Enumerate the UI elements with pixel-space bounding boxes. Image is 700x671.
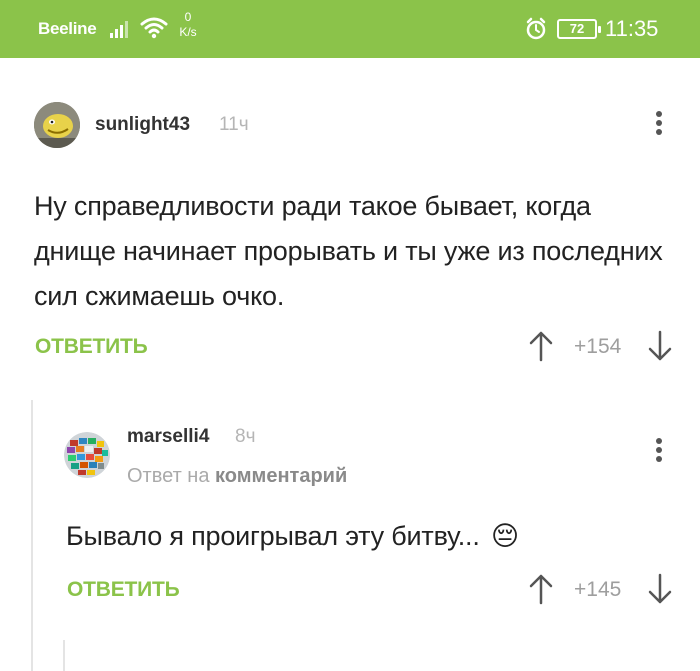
- comment-time: 8ч: [235, 426, 256, 447]
- signal-icon: [110, 21, 128, 38]
- comment-text-body: Бывало я проигрывал эту битву...: [66, 521, 480, 551]
- downvote-icon[interactable]: [647, 573, 673, 605]
- avatar-image: [34, 102, 80, 148]
- pensive-face-emoji: 😔: [490, 521, 519, 551]
- comment-time: 11ч: [219, 114, 249, 135]
- comment-text: Бывало я проигрывал эту битву... 😔: [66, 514, 666, 559]
- carrier-label: Beeline: [38, 19, 97, 38]
- avatar[interactable]: [64, 432, 110, 478]
- speed-value: 0: [184, 10, 192, 24]
- reply-button[interactable]: ОТВЕТИТЬ: [35, 335, 148, 359]
- wifi-icon: [140, 17, 168, 39]
- network-speed: 0 K/s: [174, 10, 202, 40]
- comment-text: Ну справедливости ради такое бывает, ког…: [34, 191, 663, 311]
- upvote-icon[interactable]: [528, 330, 554, 362]
- comment-score: +145: [574, 578, 622, 601]
- more-options-icon[interactable]: [654, 438, 664, 465]
- downvote-icon[interactable]: [647, 330, 673, 362]
- thread-line[interactable]: [63, 640, 65, 671]
- reply-to-prefix: Ответ на: [127, 465, 210, 487]
- reply-to-link[interactable]: комментарий: [215, 465, 347, 487]
- username[interactable]: marselli4: [127, 426, 209, 448]
- clock: 11:35: [605, 16, 659, 41]
- reply-to-label: Ответ на комментарий: [127, 465, 347, 488]
- thread-line[interactable]: [31, 400, 33, 671]
- battery-indicator: 72: [557, 19, 601, 39]
- reply-button[interactable]: ОТВЕТИТЬ: [67, 578, 180, 602]
- speed-unit: K/s: [179, 25, 197, 39]
- more-options-icon[interactable]: [654, 111, 664, 138]
- comment-score: +154: [574, 335, 622, 358]
- alarm-icon: [526, 17, 546, 40]
- status-bar: Beeline 0 K/s 72 11:35: [0, 0, 700, 58]
- username[interactable]: sunlight43: [95, 114, 190, 136]
- avatar-image: [64, 432, 110, 478]
- upvote-icon[interactable]: [528, 573, 554, 605]
- avatar[interactable]: [34, 102, 80, 148]
